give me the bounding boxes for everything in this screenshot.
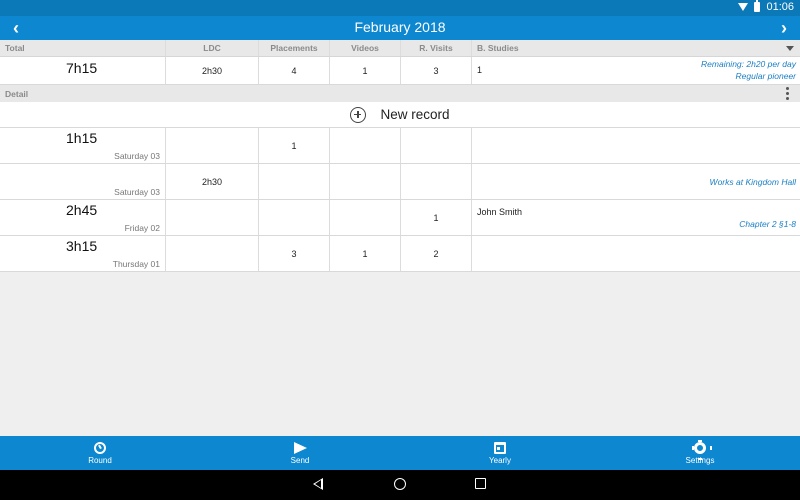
chevron-right-icon: › bbox=[781, 17, 787, 38]
total-bible-studies-cell: 1 Remaining: 2h20 per day Regular pionee… bbox=[471, 57, 800, 84]
record-row[interactable]: Saturday 03 2h30 Works at Kingdom Hall bbox=[0, 164, 800, 200]
record-time-cell: 1h15 Saturday 03 bbox=[0, 128, 165, 163]
next-month-button[interactable]: › bbox=[772, 16, 796, 40]
total-placements: 4 bbox=[258, 57, 329, 84]
record-videos: 1 bbox=[329, 236, 400, 271]
record-placements: 3 bbox=[258, 236, 329, 271]
remaining-note: Remaining: 2h20 per day bbox=[701, 59, 796, 69]
record-day: Thursday 01 bbox=[112, 259, 160, 269]
total-ldc: 2h30 bbox=[165, 57, 258, 84]
record-return-visits bbox=[400, 164, 471, 199]
detail-label: Detail bbox=[5, 89, 29, 99]
stopwatch-icon bbox=[94, 441, 106, 454]
status-bar: 01:06 bbox=[0, 0, 800, 16]
total-return-visits: 3 bbox=[400, 57, 471, 84]
add-circle-icon bbox=[350, 106, 367, 123]
record-time-cell: 3h15 Thursday 01 bbox=[0, 236, 165, 271]
pioneer-status: Regular pioneer bbox=[735, 71, 796, 81]
record-videos bbox=[329, 128, 400, 163]
record-videos bbox=[329, 200, 400, 235]
home-icon[interactable] bbox=[394, 478, 406, 490]
record-bible-studies: John Smith bbox=[477, 207, 523, 217]
nav-send-label: Send bbox=[290, 455, 310, 465]
total-time: 7h15 bbox=[66, 60, 98, 76]
record-time: 1h15 bbox=[66, 130, 98, 146]
column-header-return-visits: R. Visits bbox=[400, 40, 471, 56]
system-navigation-bar bbox=[0, 470, 800, 500]
nav-round-label: Round bbox=[88, 455, 112, 465]
record-note: Chapter 2 §1-8 bbox=[739, 219, 796, 229]
record-time: 2h45 bbox=[66, 202, 98, 218]
total-bible-studies: 1 bbox=[477, 65, 483, 75]
record-ldc bbox=[165, 128, 258, 163]
new-record-button[interactable]: New record bbox=[0, 102, 800, 128]
recent-apps-icon[interactable] bbox=[475, 478, 486, 489]
more-options-icon[interactable] bbox=[786, 87, 789, 100]
status-time: 01:06 bbox=[766, 1, 794, 13]
page-title: February 2018 bbox=[354, 19, 446, 35]
record-day: Saturday 03 bbox=[114, 151, 160, 161]
send-icon bbox=[293, 441, 307, 454]
wifi-icon bbox=[738, 3, 749, 11]
column-header-placements: Placements bbox=[258, 40, 329, 56]
totals-row: 7h15 2h30 4 1 3 1 Remaining: 2h20 per da… bbox=[0, 57, 800, 85]
record-return-visits: 1 bbox=[400, 200, 471, 235]
nav-yearly-label: Yearly bbox=[489, 455, 511, 465]
detail-header: Detail bbox=[0, 85, 800, 102]
record-row[interactable]: 1h15 Saturday 03 1 bbox=[0, 128, 800, 164]
nav-settings[interactable]: Settings bbox=[600, 436, 800, 470]
record-note: Works at Kingdom Hall bbox=[709, 177, 796, 187]
gear-icon bbox=[692, 439, 712, 460]
new-record-label: New record bbox=[380, 107, 450, 122]
nav-round[interactable]: Round bbox=[0, 436, 200, 470]
record-return-visits bbox=[400, 128, 471, 163]
back-icon[interactable] bbox=[313, 478, 323, 490]
record-row[interactable]: 3h15 Thursday 01 3 1 2 bbox=[0, 236, 800, 272]
record-placements bbox=[258, 164, 329, 199]
record-row[interactable]: 2h45 Friday 02 1 John Smith Chapter 2 §1… bbox=[0, 200, 800, 236]
record-ldc bbox=[165, 200, 258, 235]
record-day: Friday 02 bbox=[124, 223, 160, 233]
app-bar: ‹ February 2018 › bbox=[0, 16, 800, 40]
column-header-videos: Videos bbox=[329, 40, 400, 56]
calendar-icon bbox=[494, 441, 506, 454]
total-videos: 1 bbox=[329, 57, 400, 84]
record-placements: 1 bbox=[258, 128, 329, 163]
column-header-total: Total bbox=[5, 43, 25, 53]
bottom-navigation: Round Send Yearly Settings bbox=[0, 436, 800, 470]
record-return-visits: 2 bbox=[400, 236, 471, 271]
record-ldc bbox=[165, 236, 258, 271]
nav-send[interactable]: Send bbox=[200, 436, 400, 470]
record-time-cell: Saturday 03 bbox=[0, 164, 165, 199]
record-bible-studies-cell bbox=[471, 236, 800, 271]
record-ldc: 2h30 bbox=[165, 164, 258, 199]
record-time: 3h15 bbox=[66, 238, 98, 254]
record-bible-studies-cell bbox=[471, 128, 800, 163]
record-time-cell: 2h45 Friday 02 bbox=[0, 200, 165, 235]
record-bible-studies-cell: Works at Kingdom Hall bbox=[471, 164, 800, 199]
totals-header-row: Total LDC Placements Videos R. Visits B.… bbox=[0, 40, 800, 57]
column-header-bible-studies: B. Studies bbox=[471, 40, 800, 56]
battery-icon bbox=[754, 0, 761, 12]
record-day: Saturday 03 bbox=[114, 187, 160, 197]
status-icons: 01:06 bbox=[738, 0, 794, 13]
record-placements bbox=[258, 200, 329, 235]
column-header-ldc: LDC bbox=[165, 40, 258, 56]
dropdown-caret-icon[interactable] bbox=[786, 46, 794, 51]
nav-yearly[interactable]: Yearly bbox=[400, 436, 600, 470]
record-videos bbox=[329, 164, 400, 199]
record-bible-studies-cell: John Smith Chapter 2 §1-8 bbox=[471, 200, 800, 235]
total-cell: 7h15 bbox=[0, 57, 165, 84]
